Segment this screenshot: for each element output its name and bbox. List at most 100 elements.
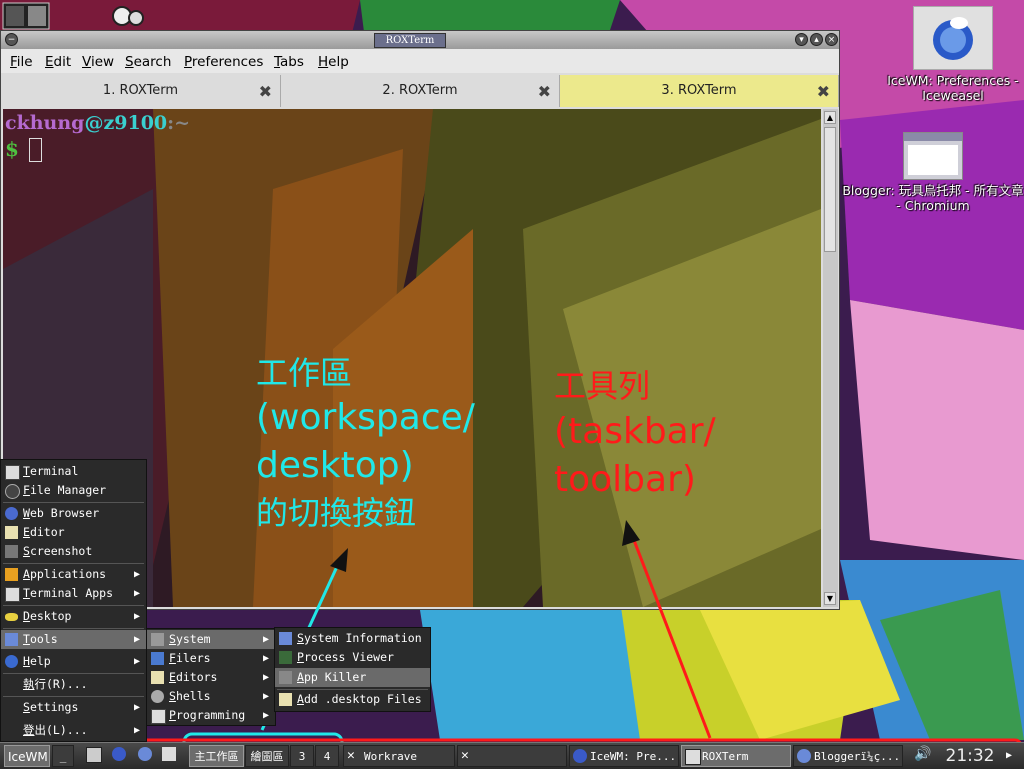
kill-icon (279, 671, 292, 684)
menu-item-label: System (169, 632, 211, 646)
wrench-icon (151, 633, 164, 646)
menu-item-settings[interactable]: Settings ▶ (1, 698, 146, 717)
iceweasel-icon (573, 749, 587, 763)
menu-item-editors[interactable]: Editors ▶ (147, 668, 275, 687)
task-roxterm[interactable]: ROXTerm (681, 745, 791, 767)
submenu-arrow-icon: ▶ (133, 611, 140, 622)
menu-item-applications[interactable]: Applications ▶ (1, 565, 146, 584)
submenu-arrow-icon: ▶ (262, 710, 269, 721)
book-icon[interactable] (162, 747, 176, 761)
menu-item-desktop[interactable]: Desktop ▶ (1, 607, 146, 626)
menu-item-process-viewer[interactable]: Process Viewer (275, 648, 430, 667)
menu-item-label: Shells (169, 689, 211, 703)
menu-item-file-manager[interactable]: File Manager (1, 481, 146, 500)
task-workrave[interactable]: ✕ Workrave (343, 745, 455, 767)
menu-item-label: Editor (23, 525, 65, 539)
workspace-button-1[interactable]: 主工作區 (189, 745, 244, 767)
menu-item-shells[interactable]: Shells ▶ (147, 687, 275, 706)
taskbar-scroll-right-icon[interactable]: ▶ (1006, 745, 1018, 767)
menu-item-label: Help (23, 654, 51, 668)
menu-item-label: File Manager (23, 483, 107, 497)
start-menu: Terminal File Manager Web Browser Editor… (0, 459, 147, 742)
show-desktop-button[interactable]: _ (52, 745, 74, 767)
folder-icon (151, 652, 164, 665)
menu-item-run[interactable]: 執行(R)... (1, 675, 146, 694)
menu-separator (3, 628, 144, 629)
menu-item-label: Applications (23, 567, 107, 581)
edit-icon (5, 526, 18, 539)
task-label: ROXTerm (702, 750, 749, 763)
start-button[interactable]: IceWM (4, 745, 50, 767)
submenu-arrow-icon: ▶ (262, 653, 269, 664)
taskbar-arrow (630, 534, 712, 739)
taskbar-arrow-head (622, 520, 640, 546)
menu-item-label: Tools (23, 632, 58, 646)
menu-item-label: Terminal (23, 464, 79, 478)
menu-item-label: Process Viewer (297, 650, 394, 664)
workspace-button-3[interactable]: 3 (290, 745, 314, 767)
menu-item-system[interactable]: System ▶ (147, 630, 275, 649)
gear-icon (151, 690, 164, 703)
system-submenu: System Information Process Viewer App Ki… (274, 627, 431, 712)
workspace-button-2[interactable]: 繪圖區 (245, 745, 289, 767)
tools-icon (5, 633, 18, 646)
menu-item-label: Filers (169, 651, 211, 665)
terminal-icon (5, 587, 20, 602)
folder-icon (5, 484, 20, 499)
task-iceweasel[interactable]: IceWM: Pre... (569, 745, 679, 767)
submenu-arrow-icon: ▶ (262, 691, 269, 702)
iceweasel-icon[interactable] (112, 747, 126, 761)
volume-icon[interactable]: 🔊 (914, 747, 931, 761)
monitor-icon (279, 632, 292, 645)
menu-item-label: App Killer (297, 670, 367, 684)
task-label: Bloggerï¼ç... (814, 750, 901, 763)
menu-item-label: Settings (23, 700, 79, 714)
menu-separator (3, 605, 144, 606)
x-icon: ✕ (461, 748, 469, 763)
menu-item-label: Terminal Apps (23, 586, 114, 600)
submenu-arrow-icon: ▶ (133, 634, 140, 645)
submenu-arrow-icon: ▶ (133, 588, 140, 599)
menu-item-help[interactable]: Help ▶ (1, 652, 146, 671)
menu-item-app-killer[interactable]: App Killer (275, 668, 430, 687)
terminal-icon (5, 465, 20, 480)
task-label: Workrave (364, 750, 417, 763)
menu-item-tools[interactable]: Tools ▶ (1, 630, 146, 649)
menu-item-editor[interactable]: Editor (1, 523, 146, 542)
submenu-arrow-icon: ▶ (133, 569, 140, 580)
menu-separator (3, 696, 144, 697)
menu-item-label: Add .desktop Files (297, 692, 422, 706)
menu-item-logout[interactable]: 登出(L)... ▶ (1, 721, 146, 740)
process-icon (279, 651, 292, 664)
chromium-icon (797, 749, 811, 763)
menu-item-label: Editors (169, 670, 218, 684)
menu-item-web-browser[interactable]: Web Browser (1, 504, 146, 523)
menu-item-terminal-apps[interactable]: Terminal Apps ▶ (1, 584, 146, 603)
menu-item-label: Programming (169, 708, 246, 722)
menu-item-label: 登出(L)... (23, 723, 88, 737)
clock[interactable]: 21:32 (938, 745, 1002, 767)
submenu-arrow-icon: ▶ (133, 725, 140, 736)
submenu-arrow-icon: ▶ (133, 702, 140, 713)
menu-item-system-information[interactable]: System Information (275, 629, 430, 648)
monitor-icon[interactable] (86, 747, 102, 763)
apps-icon (5, 568, 18, 581)
chromium-icon[interactable] (138, 747, 152, 761)
workspace-button-4[interactable]: 4 (315, 745, 339, 767)
menu-item-label: Screenshot (23, 544, 93, 558)
task-label: IceWM: Pre... (590, 750, 677, 763)
menu-separator (3, 563, 144, 564)
edit-icon (279, 693, 292, 706)
menu-item-screenshot[interactable]: Screenshot (1, 542, 146, 561)
taskbar: IceWM _ 主工作區 繪圖區 3 4 ✕ Workrave ✕ IceWM:… (0, 742, 1024, 769)
menu-item-programming[interactable]: Programming ▶ (147, 706, 275, 725)
menu-item-filers[interactable]: Filers ▶ (147, 649, 275, 668)
tools-submenu: System ▶ Filers ▶ Editors ▶ Shells ▶ Program… (146, 628, 276, 726)
x-icon: ✕ (347, 748, 355, 763)
menu-item-terminal[interactable]: Terminal (1, 462, 146, 481)
submenu-arrow-icon: ▶ (262, 634, 269, 645)
task-x[interactable]: ✕ (457, 745, 567, 767)
submenu-arrow-icon: ▶ (133, 656, 140, 667)
menu-item-add-desktop-files[interactable]: Add .desktop Files (275, 690, 430, 709)
task-chromium[interactable]: Bloggerï¼ç... (793, 745, 903, 767)
